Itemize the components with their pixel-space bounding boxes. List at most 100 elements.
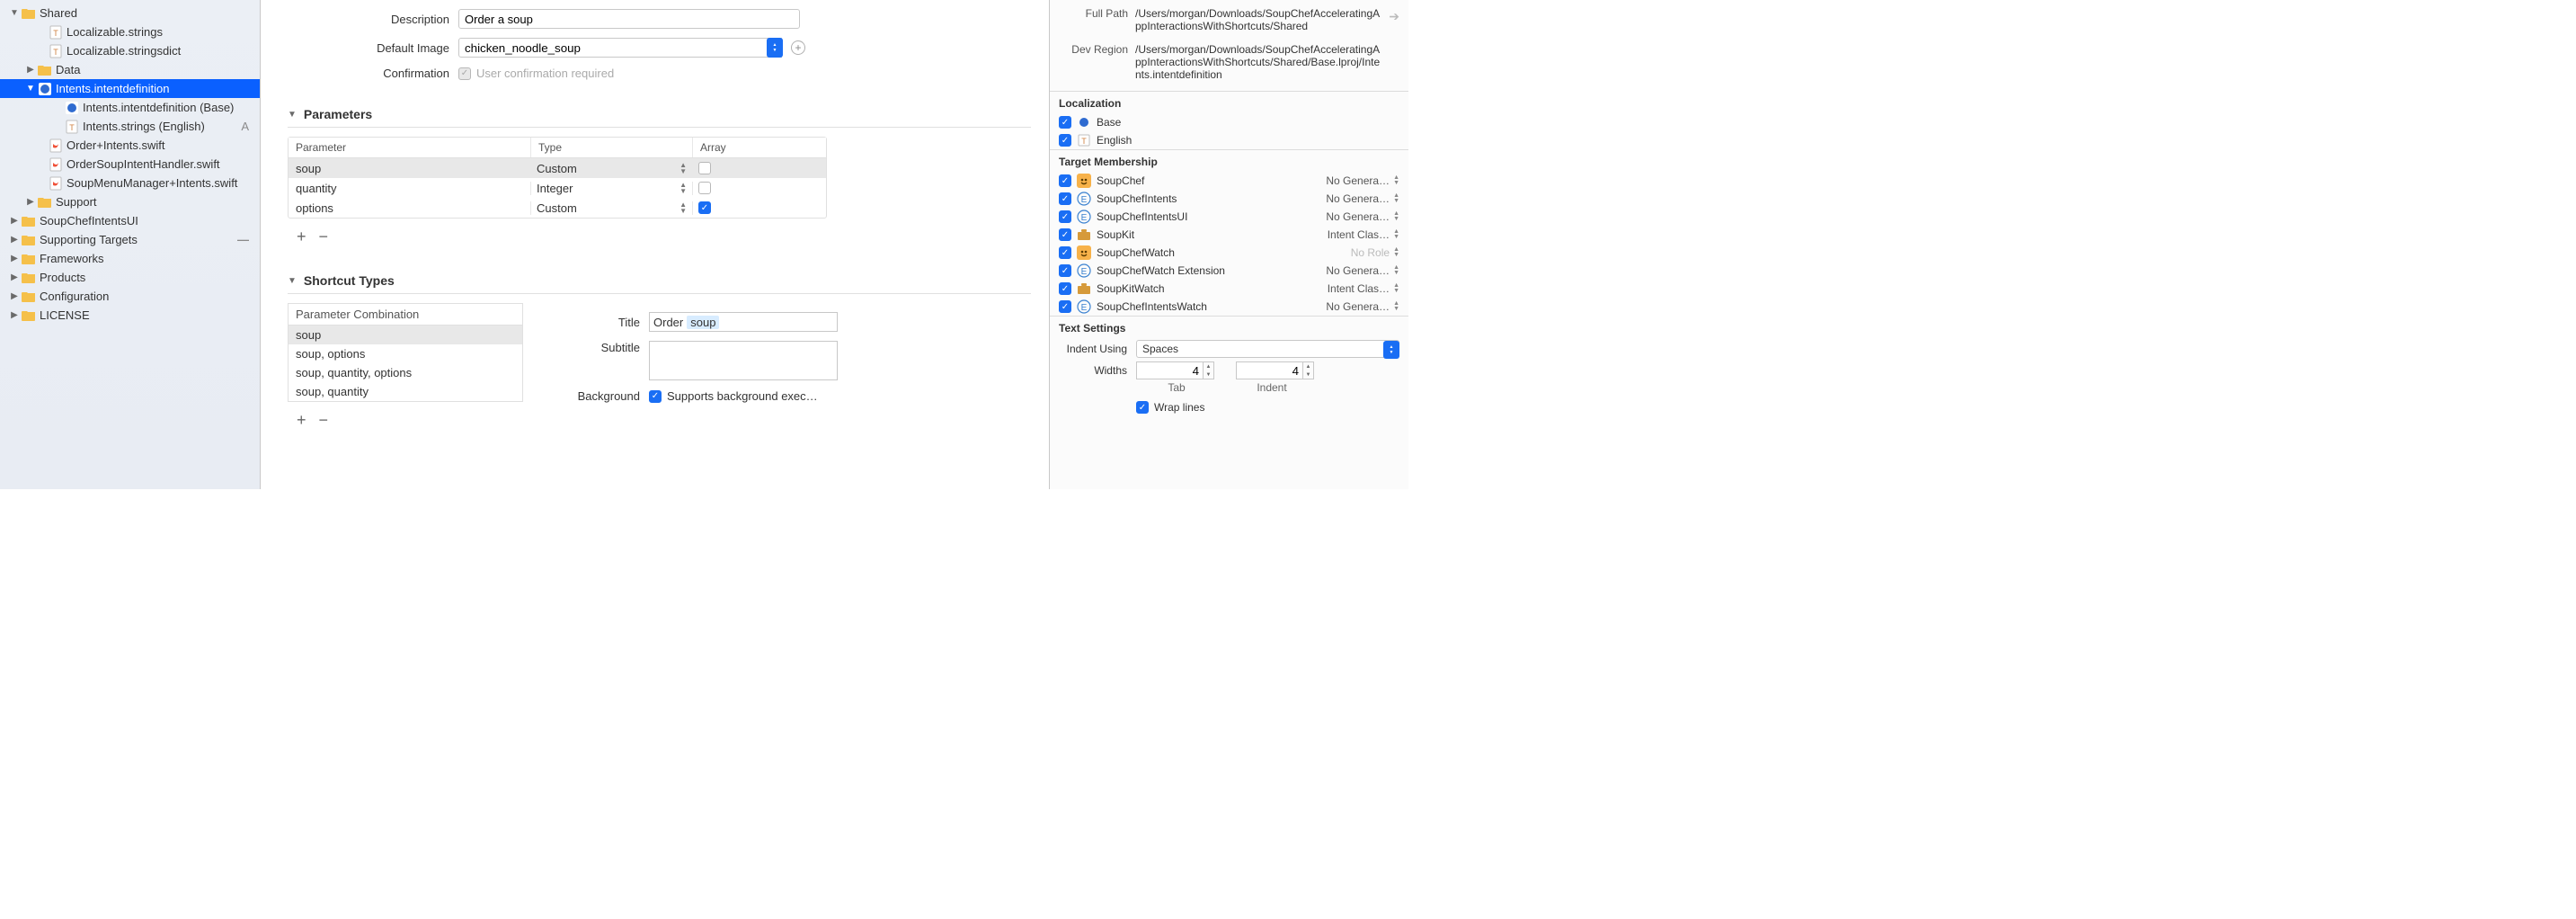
chevron-updown-icon[interactable]: ▲▼ [680,182,687,194]
project-navigator[interactable]: ▼ Shared T Localizable.strings T Localiz… [0,0,261,489]
indent-width-input[interactable] [1236,361,1303,379]
target-checkbox[interactable]: ✓ [1059,264,1071,277]
table-row[interactable]: soup, quantity [289,382,522,401]
disclosure-triangle-icon[interactable]: ▶ [9,310,20,320]
nav-group[interactable]: ▶ Supporting Targets — [0,230,260,249]
nav-group[interactable]: ▶ Configuration [0,287,260,306]
chevron-updown-icon[interactable] [1383,341,1399,359]
chevron-updown-icon[interactable] [767,38,783,58]
nav-group[interactable]: ▶ LICENSE [0,306,260,325]
target-role-select[interactable]: No Genera…▲▼ [1326,210,1399,223]
array-checkbox[interactable] [698,182,711,194]
target-row[interactable]: ✓ SoupChefWatch No Role▲▼ [1050,244,1408,262]
target-row[interactable]: ✓ E SoupChefWatch Extension No Genera…▲▼ [1050,262,1408,280]
localization-checkbox[interactable]: ✓ [1059,134,1071,147]
chevron-updown-icon[interactable]: ▲▼ [680,201,687,214]
array-checkbox[interactable]: ✓ [698,201,711,214]
nav-file[interactable]: SoupMenuManager+Intents.swift [0,174,260,192]
stepper-icon[interactable]: ▲▼ [1204,361,1214,379]
subtitle-input[interactable] [649,341,838,380]
param-type[interactable]: Integer▲▼ [531,182,693,195]
target-checkbox[interactable]: ✓ [1059,174,1071,187]
parameters-section-header[interactable]: ▼Parameters [288,107,1031,121]
localization-row[interactable]: ✓ T English [1050,131,1408,149]
add-image-button[interactable]: + [791,40,805,55]
nav-group-data[interactable]: ▶ Data [0,60,260,79]
target-row[interactable]: ✓ E SoupChefIntentsWatch No Genera…▲▼ [1050,298,1408,316]
target-checkbox[interactable]: ✓ [1059,246,1071,259]
param-type[interactable]: Custom▲▼ [531,201,693,215]
target-checkbox[interactable]: ✓ [1059,228,1071,241]
add-combination-button[interactable]: + [297,411,306,430]
disclosure-triangle-icon[interactable]: ▼ [288,276,297,286]
nav-file[interactable]: OrderSoupIntentHandler.swift [0,155,260,174]
localization-checkbox[interactable]: ✓ [1059,116,1071,129]
disclosure-triangle-icon[interactable]: ▶ [9,254,20,263]
nav-group[interactable]: ▶ SoupChefIntentsUI [0,211,260,230]
target-checkbox[interactable]: ✓ [1059,192,1071,205]
confirmation-checkbox[interactable]: ✓ [458,67,471,80]
nav-file[interactable]: Intents.intentdefinition (Base) [0,98,260,117]
table-row[interactable]: soup [289,326,522,344]
disclosure-triangle-icon[interactable]: ▶ [25,65,36,75]
title-token[interactable]: soup [687,316,719,329]
wrap-lines-checkbox[interactable]: ✓ [1136,401,1149,414]
disclosure-triangle-icon[interactable]: ▶ [9,216,20,226]
target-row[interactable]: ✓ E SoupChefIntentsUI No Genera…▲▼ [1050,208,1408,226]
reveal-arrow-icon[interactable]: ➔ [1389,9,1399,24]
param-name[interactable]: soup [289,162,531,175]
disclosure-triangle-icon[interactable]: ▶ [9,291,20,301]
param-name[interactable]: options [289,201,531,215]
target-row[interactable]: ✓ SoupKit Intent Clas…▲▼ [1050,226,1408,244]
nav-group[interactable]: ▶ Support [0,192,260,211]
disclosure-triangle-icon[interactable]: ▼ [288,110,297,120]
nav-group-shared[interactable]: ▼ Shared [0,4,260,22]
nav-group[interactable]: ▶ Frameworks [0,249,260,268]
target-role-select[interactable]: No Genera…▲▼ [1326,264,1399,277]
table-row[interactable]: soup, quantity, options [289,363,522,382]
param-name[interactable]: quantity [289,182,531,195]
indent-using-select[interactable]: Spaces [1136,340,1399,358]
tab-width-input[interactable] [1136,361,1204,379]
disclosure-triangle-icon[interactable]: ▼ [25,84,36,94]
target-role-select[interactable]: No Genera…▲▼ [1326,174,1399,187]
add-parameter-button[interactable]: + [297,228,306,246]
nav-file[interactable]: T Localizable.stringsdict [0,41,260,60]
target-checkbox[interactable]: ✓ [1059,300,1071,313]
table-row[interactable]: soup, options [289,344,522,363]
target-row[interactable]: ✓ SoupKitWatch Intent Clas…▲▼ [1050,280,1408,298]
table-row[interactable]: options Custom▲▼ ✓ [289,198,826,218]
target-role-select[interactable]: No Genera…▲▼ [1326,300,1399,313]
shortcut-types-section-header[interactable]: ▼Shortcut Types [288,273,1031,288]
table-row[interactable]: soup Custom▲▼ [289,158,826,178]
disclosure-triangle-icon[interactable]: ▶ [9,235,20,245]
title-input[interactable]: Order soup [649,312,838,332]
table-row[interactable]: quantity Integer▲▼ [289,178,826,198]
target-role-select[interactable]: Intent Clas…▲▼ [1328,228,1399,241]
nav-file[interactable]: T Intents.strings (English) A [0,117,260,136]
target-checkbox[interactable]: ✓ [1059,282,1071,295]
target-role-select[interactable]: No Role▲▼ [1351,246,1399,259]
disclosure-triangle-icon[interactable]: ▶ [25,197,36,207]
target-role-select[interactable]: No Genera…▲▼ [1326,192,1399,205]
remove-parameter-button[interactable]: − [319,228,329,246]
remove-icon[interactable]: — [237,233,249,246]
nav-file-intentdefinition[interactable]: ▼ Intents.intentdefinition [0,79,260,98]
description-input[interactable] [458,9,800,29]
target-row[interactable]: ✓ E SoupChefIntents No Genera…▲▼ [1050,190,1408,208]
nav-file[interactable]: Order+Intents.swift [0,136,260,155]
background-checkbox[interactable]: ✓ [649,390,662,403]
target-role-select[interactable]: Intent Clas…▲▼ [1328,282,1399,295]
target-checkbox[interactable]: ✓ [1059,210,1071,223]
disclosure-triangle-icon[interactable]: ▼ [9,8,20,18]
target-row[interactable]: ✓ SoupChef No Genera…▲▼ [1050,172,1408,190]
stepper-icon[interactable]: ▲▼ [1303,361,1314,379]
nav-file[interactable]: T Localizable.strings [0,22,260,41]
chevron-updown-icon[interactable]: ▲▼ [680,162,687,174]
localization-row[interactable]: ✓ Base [1050,113,1408,131]
disclosure-triangle-icon[interactable]: ▶ [9,272,20,282]
array-checkbox[interactable] [698,162,711,174]
nav-group[interactable]: ▶ Products [0,268,260,287]
param-type[interactable]: Custom▲▼ [531,162,693,175]
remove-combination-button[interactable]: − [319,411,329,430]
